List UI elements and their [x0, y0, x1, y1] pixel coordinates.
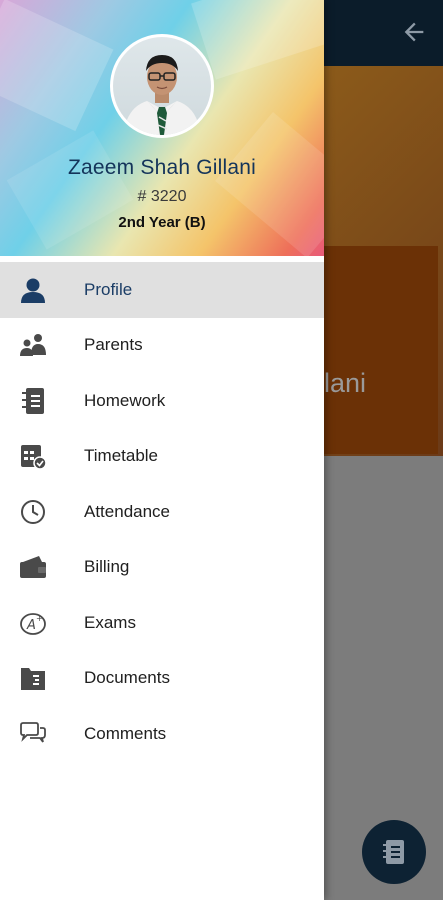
menu-item-timetable[interactable]: Timetable [0, 429, 324, 485]
menu-item-parents[interactable]: Parents [0, 318, 324, 374]
homework-fab[interactable] [362, 820, 426, 884]
menu-item-exams[interactable]: A + Exams [0, 595, 324, 651]
menu-item-label: Exams [84, 612, 136, 632]
clock-icon [18, 497, 48, 527]
menu-item-label: Billing [84, 557, 130, 577]
arrow-left-icon [404, 22, 424, 42]
menu-item-label: Homework [84, 390, 166, 410]
avatar[interactable] [110, 34, 214, 138]
svg-text:+: + [36, 614, 43, 623]
student-name: Zaeem Shah Gillani [67, 156, 257, 179]
header-pattern [215, 111, 324, 256]
menu-item-documents[interactable]: Documents [0, 651, 324, 707]
menu-item-billing[interactable]: Billing [0, 540, 324, 596]
header-pattern [0, 0, 114, 132]
person-icon [18, 275, 48, 305]
parents-icon [18, 330, 48, 360]
menu-item-comments[interactable]: Comments [0, 706, 324, 762]
notebook-icon [18, 386, 48, 416]
menu-item-label: Timetable [84, 446, 159, 466]
menu-item-profile[interactable]: Profile [0, 262, 324, 318]
menu-item-label: Parents [84, 335, 143, 355]
wallet-icon [18, 552, 48, 582]
drawer-menu: Profile Parents Homework Timetable Atten… [0, 262, 324, 762]
profile-name-fragment: lani [324, 368, 367, 398]
exam-icon: A + [18, 608, 48, 638]
navigation-drawer: Zaeem Shah Gillani # 3220 2nd Year (B) P… [0, 0, 324, 900]
comments-icon [18, 719, 48, 749]
svg-text:A: A [26, 618, 36, 633]
menu-item-label: Comments [84, 723, 167, 743]
avatar-photo [113, 37, 211, 135]
timetable-icon [18, 441, 48, 471]
menu-item-homework[interactable]: Homework [0, 373, 324, 429]
documents-icon [18, 663, 48, 693]
student-class: 2nd Year (B) [118, 214, 206, 231]
menu-item-label: Profile [84, 279, 133, 299]
menu-item-attendance[interactable]: Attendance [0, 484, 324, 540]
profile-card [320, 246, 438, 454]
student-id: # 3220 [137, 188, 187, 205]
drawer-header: Zaeem Shah Gillani # 3220 2nd Year (B) [0, 0, 324, 256]
back-button[interactable] [399, 18, 429, 48]
menu-item-label: Attendance [84, 501, 171, 521]
menu-item-label: Documents [84, 668, 170, 688]
notebook-icon [383, 840, 404, 864]
